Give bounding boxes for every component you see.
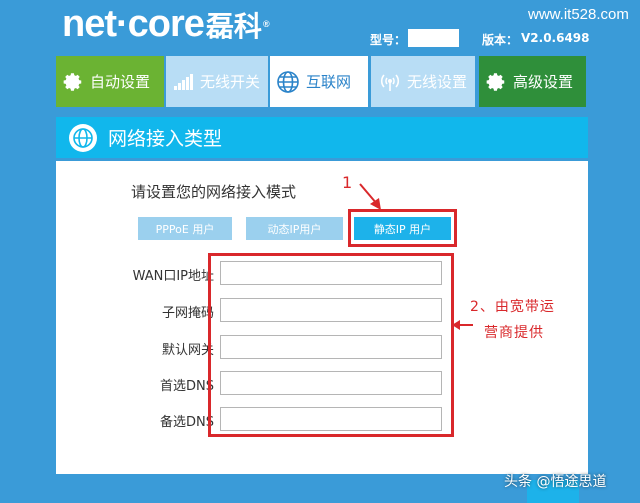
annotation-step-2: 2、由宽带运 营商提供 [470, 294, 555, 346]
section-title: 网络接入类型 [108, 128, 223, 150]
logo-cn: 磊科 [205, 10, 262, 43]
footer-watermark: 头条 @悟途思道 [504, 474, 607, 490]
version-label: 版本： [482, 33, 519, 47]
wifi-icon [379, 72, 401, 92]
gear-icon [485, 71, 507, 93]
tab-label-advanced: 高级设置 [513, 73, 574, 91]
tab-label-auto: 自动设置 [90, 73, 151, 91]
version-value: V2.0.6498 [521, 31, 590, 45]
logo-reg: ® [262, 19, 270, 29]
mode-prompt: 请设置您的网络接入模式 [131, 183, 297, 201]
globe-icon [276, 70, 300, 94]
section-header: 网络接入类型 [56, 117, 588, 158]
highlight-box-mode [348, 209, 457, 247]
tab-label-wireless-switch: 无线开关 [200, 73, 261, 91]
watermark-url: www.it528.com [528, 6, 629, 23]
model-value-box [408, 29, 459, 47]
pppoe-mode-button[interactable]: PPPoE 用户 [138, 217, 232, 240]
annotation-arrow-1 [359, 183, 381, 210]
signal-bars-icon [174, 73, 194, 90]
secondary-dns-label: 备选DNS [160, 415, 214, 430]
wan-ip-label: WAN口IP地址 [132, 269, 214, 284]
annotation-step-2-line-2: 营商提供 [484, 325, 544, 341]
tab-auto-settings[interactable]: 自动设置 [56, 56, 164, 107]
gear-icon [62, 71, 84, 93]
tab-label-wireless-settings: 无线设置 [407, 73, 468, 91]
highlight-box-fields [208, 253, 454, 437]
globe-icon [68, 123, 98, 153]
tab-label-internet: 互联网 [306, 73, 352, 91]
tab-wireless-settings[interactable]: 无线设置 [371, 56, 475, 107]
tab-internet[interactable]: 互联网 [270, 56, 368, 107]
subnet-mask-label: 子网掩码 [161, 306, 214, 321]
annotation-step-2-line-1: 2、由宽带运 [470, 299, 555, 315]
primary-dns-label: 首选DNS [160, 379, 214, 394]
tab-wireless-switch[interactable]: 无线开关 [166, 56, 268, 107]
dynamic-ip-mode-button[interactable]: 动态IP用户 [246, 217, 343, 240]
annotation-step-1: 1 [342, 173, 353, 192]
brand-logo: net·core磊科® [62, 2, 270, 49]
tab-advanced-settings[interactable]: 高级设置 [479, 56, 586, 107]
model-label: 型号： [370, 33, 407, 47]
logo-text: net·core [62, 3, 205, 45]
default-gateway-label: 默认网关 [161, 343, 214, 358]
